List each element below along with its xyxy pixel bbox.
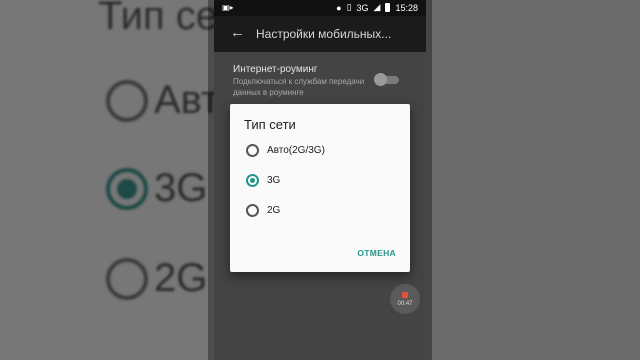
dialog-title: Тип сети — [244, 117, 296, 132]
background-option-2g: 2G — [154, 256, 208, 300]
status-bar: ▣▸ ● ▯ 3G ◢ 15:28 — [214, 0, 426, 16]
option-3g[interactable]: 3G — [246, 170, 396, 190]
recorder-time: 00:47 — [397, 301, 413, 307]
vibrate-icon: ▯ — [346, 2, 352, 12]
roaming-title[interactable]: Интернет-роуминг — [233, 64, 318, 75]
screen-recorder-button[interactable]: 00:47 — [390, 284, 420, 314]
background-option-3g: 3G — [154, 166, 208, 210]
signal-icon: ◢ — [373, 2, 381, 12]
back-arrow-icon[interactable]: ← — [230, 24, 245, 41]
network-type-dialog: Тип сети Авто(2G/3G) 3G 2G ОТМЕНА — [230, 104, 410, 272]
background-left-panel: Тип сет Авто 3G 2G — [0, 0, 241, 360]
record-icon — [402, 292, 408, 298]
background-radio-auto — [106, 80, 148, 122]
option-label: Авто(2G/3G) — [267, 144, 325, 156]
background-radio-3g — [106, 168, 148, 210]
roaming-toggle-thumb[interactable] — [374, 73, 387, 86]
option-2g[interactable]: 2G — [246, 200, 396, 220]
clock: 15:28 — [395, 2, 418, 13]
background-right-panel — [426, 0, 640, 360]
radio-unchecked-icon[interactable] — [246, 143, 259, 157]
option-auto[interactable]: Авто(2G/3G) — [246, 140, 396, 160]
status-icons: ● ▯ 3G ◢ 15:28 — [336, 2, 418, 13]
battery-icon — [385, 3, 391, 12]
background-radio-2g — [106, 258, 148, 300]
radio-unchecked-icon[interactable] — [246, 203, 259, 217]
phone-screen: ▣▸ ● ▯ 3G ◢ 15:28 ← Настройки мобильных.… — [214, 0, 426, 360]
network-type: 3G — [356, 2, 369, 13]
video-camera-icon: ▣▸ — [222, 3, 234, 12]
radio-checked-icon[interactable] — [246, 173, 259, 187]
background-shadow-right — [426, 0, 432, 360]
page-title: Настройки мобильных... — [256, 27, 392, 41]
app-bar: ← Настройки мобильных... — [214, 16, 426, 52]
option-label: 2G — [267, 204, 281, 216]
option-label: 3G — [267, 174, 281, 186]
location-icon: ● — [336, 2, 342, 13]
cancel-button[interactable]: ОТМЕНА — [357, 248, 396, 258]
roaming-subtitle: Подключаться к службам передачи данных в… — [233, 77, 365, 97]
